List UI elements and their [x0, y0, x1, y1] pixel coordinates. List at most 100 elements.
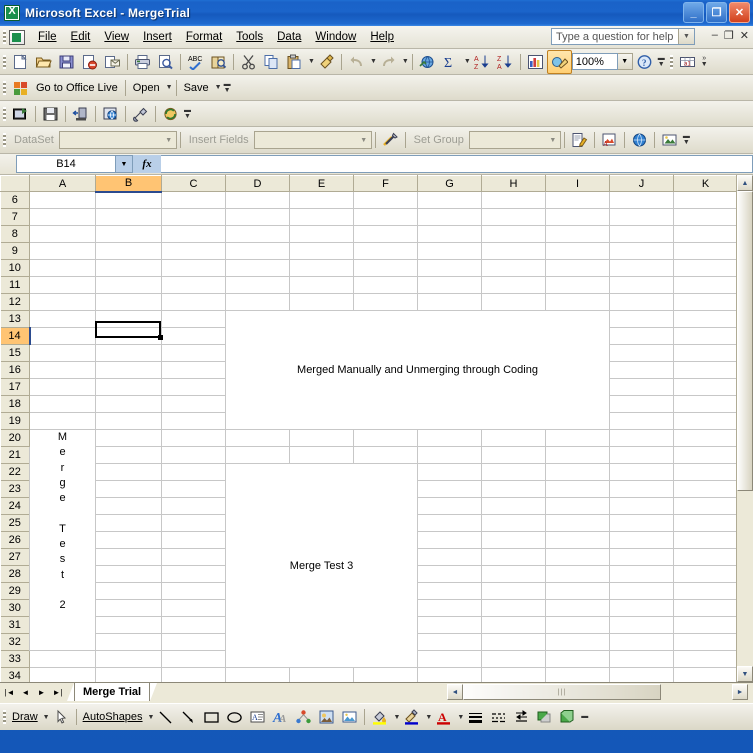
cell-c30[interactable]	[161, 599, 226, 617]
cell-g11[interactable]	[417, 276, 482, 294]
cell-k32[interactable]	[673, 633, 738, 651]
cell-a34[interactable]	[29, 667, 96, 682]
cell-e20[interactable]	[289, 429, 354, 447]
cell-j13[interactable]	[609, 310, 674, 328]
row-header-29[interactable]: 29	[0, 582, 30, 600]
scroll-up-button[interactable]: ▲	[737, 175, 753, 191]
cell-g29[interactable]	[417, 582, 482, 600]
cell-g22[interactable]	[417, 463, 482, 481]
name-box[interactable]: B14	[16, 155, 116, 173]
cell-i22[interactable]	[545, 463, 610, 481]
chevron-down-icon[interactable]: ▼	[546, 132, 560, 148]
cell-f20[interactable]	[353, 429, 418, 447]
cell-c19[interactable]	[161, 412, 226, 430]
cell-j29[interactable]	[609, 582, 674, 600]
merged-cell-d13[interactable]: Merged Manually and Unmerging through Co…	[225, 310, 610, 430]
go-to-office-live-button[interactable]: Go to Office Live	[32, 82, 122, 94]
spelling-icon[interactable]: ABC	[184, 51, 207, 73]
cell-d6[interactable]	[225, 191, 290, 209]
row-header-23[interactable]: 23	[0, 480, 30, 498]
cell-h12[interactable]	[481, 293, 546, 311]
cell-i30[interactable]	[545, 599, 610, 617]
cell-j9[interactable]	[609, 242, 674, 260]
cell-h6[interactable]	[481, 191, 546, 209]
cell-c26[interactable]	[161, 531, 226, 549]
cell-a16[interactable]	[29, 361, 96, 379]
row-header-17[interactable]: 17	[0, 378, 30, 396]
cell-k10[interactable]	[673, 259, 738, 277]
cell-a10[interactable]	[29, 259, 96, 277]
cell-a9[interactable]	[29, 242, 96, 260]
column-header-h[interactable]: H	[481, 175, 546, 192]
cell-e9[interactable]	[289, 242, 354, 260]
cell-h26[interactable]	[481, 531, 546, 549]
cell-i6[interactable]	[545, 191, 610, 209]
cell-g30[interactable]	[417, 599, 482, 617]
mdi-minimize-button[interactable]: –	[712, 29, 718, 42]
cell-e11[interactable]	[289, 276, 354, 294]
row-header-13[interactable]: 13	[0, 310, 30, 328]
column-header-i[interactable]: I	[545, 175, 610, 192]
mdi-close-button[interactable]: ✕	[740, 29, 749, 42]
cell-i23[interactable]	[545, 480, 610, 498]
row-header-34[interactable]: 34	[0, 667, 30, 682]
cell-g8[interactable]	[417, 225, 482, 243]
cell-h24[interactable]	[481, 497, 546, 515]
cell-b26[interactable]	[95, 531, 162, 549]
cell-h22[interactable]	[481, 463, 546, 481]
cell-c8[interactable]	[161, 225, 226, 243]
cell-c25[interactable]	[161, 514, 226, 532]
cell-j6[interactable]	[609, 191, 674, 209]
menu-insert[interactable]: Insert	[136, 28, 179, 46]
cell-h29[interactable]	[481, 582, 546, 600]
cell-h10[interactable]	[481, 259, 546, 277]
cell-f10[interactable]	[353, 259, 418, 277]
cell-j16[interactable]	[609, 361, 674, 379]
cell-c6[interactable]	[161, 191, 226, 209]
cell-k16[interactable]	[673, 361, 738, 379]
cell-g9[interactable]	[417, 242, 482, 260]
row-header-8[interactable]: 8	[0, 225, 30, 243]
row-header-24[interactable]: 24	[0, 497, 30, 515]
column-header-e[interactable]: E	[289, 175, 354, 192]
fill-color-chevron-icon[interactable]: ▼	[391, 714, 400, 721]
format-painter-icon[interactable]	[315, 51, 338, 73]
cell-k25[interactable]	[673, 514, 738, 532]
row-header-9[interactable]: 9	[0, 242, 30, 260]
cell-g10[interactable]	[417, 259, 482, 277]
cell-i32[interactable]	[545, 633, 610, 651]
autoshapes-chevron-icon[interactable]: ▼	[146, 714, 155, 721]
cell-k23[interactable]	[673, 480, 738, 498]
row-header-28[interactable]: 28	[0, 565, 30, 583]
office-live-icon[interactable]	[9, 77, 32, 99]
maximize-button[interactable]: ❐	[706, 2, 727, 23]
row-header-7[interactable]: 7	[0, 208, 30, 226]
cell-j26[interactable]	[609, 531, 674, 549]
font-color-icon[interactable]: A	[432, 706, 455, 728]
cell-i34[interactable]	[545, 667, 610, 682]
row-header-12[interactable]: 12	[0, 293, 30, 311]
insert-fields-combo[interactable]: ▼	[253, 131, 372, 149]
cell-j8[interactable]	[609, 225, 674, 243]
cell-k33[interactable]	[673, 650, 738, 668]
cell-i10[interactable]	[545, 259, 610, 277]
cell-k11[interactable]	[673, 276, 738, 294]
cell-b9[interactable]	[95, 242, 162, 260]
arrow-icon[interactable]	[177, 706, 200, 728]
cell-h20[interactable]	[481, 429, 546, 447]
horizontal-scrollbar-thumb[interactable]: |||	[463, 684, 661, 700]
cell-g24[interactable]	[417, 497, 482, 515]
column-header-b[interactable]: B	[95, 175, 162, 193]
cell-k24[interactable]	[673, 497, 738, 515]
cell-j24[interactable]	[609, 497, 674, 515]
cell-i33[interactable]	[545, 650, 610, 668]
redo-chevron-icon[interactable]: ▼	[400, 58, 409, 65]
cell-k21[interactable]	[673, 446, 738, 464]
cell-reference-icon[interactable]: a1	[676, 51, 699, 73]
cell-b10[interactable]	[95, 259, 162, 277]
cell-a7[interactable]	[29, 208, 96, 226]
line-color-icon[interactable]	[400, 706, 423, 728]
name-box-chevron-icon[interactable]: ▼	[116, 155, 133, 173]
line-icon[interactable]	[154, 706, 177, 728]
cell-h7[interactable]	[481, 208, 546, 226]
